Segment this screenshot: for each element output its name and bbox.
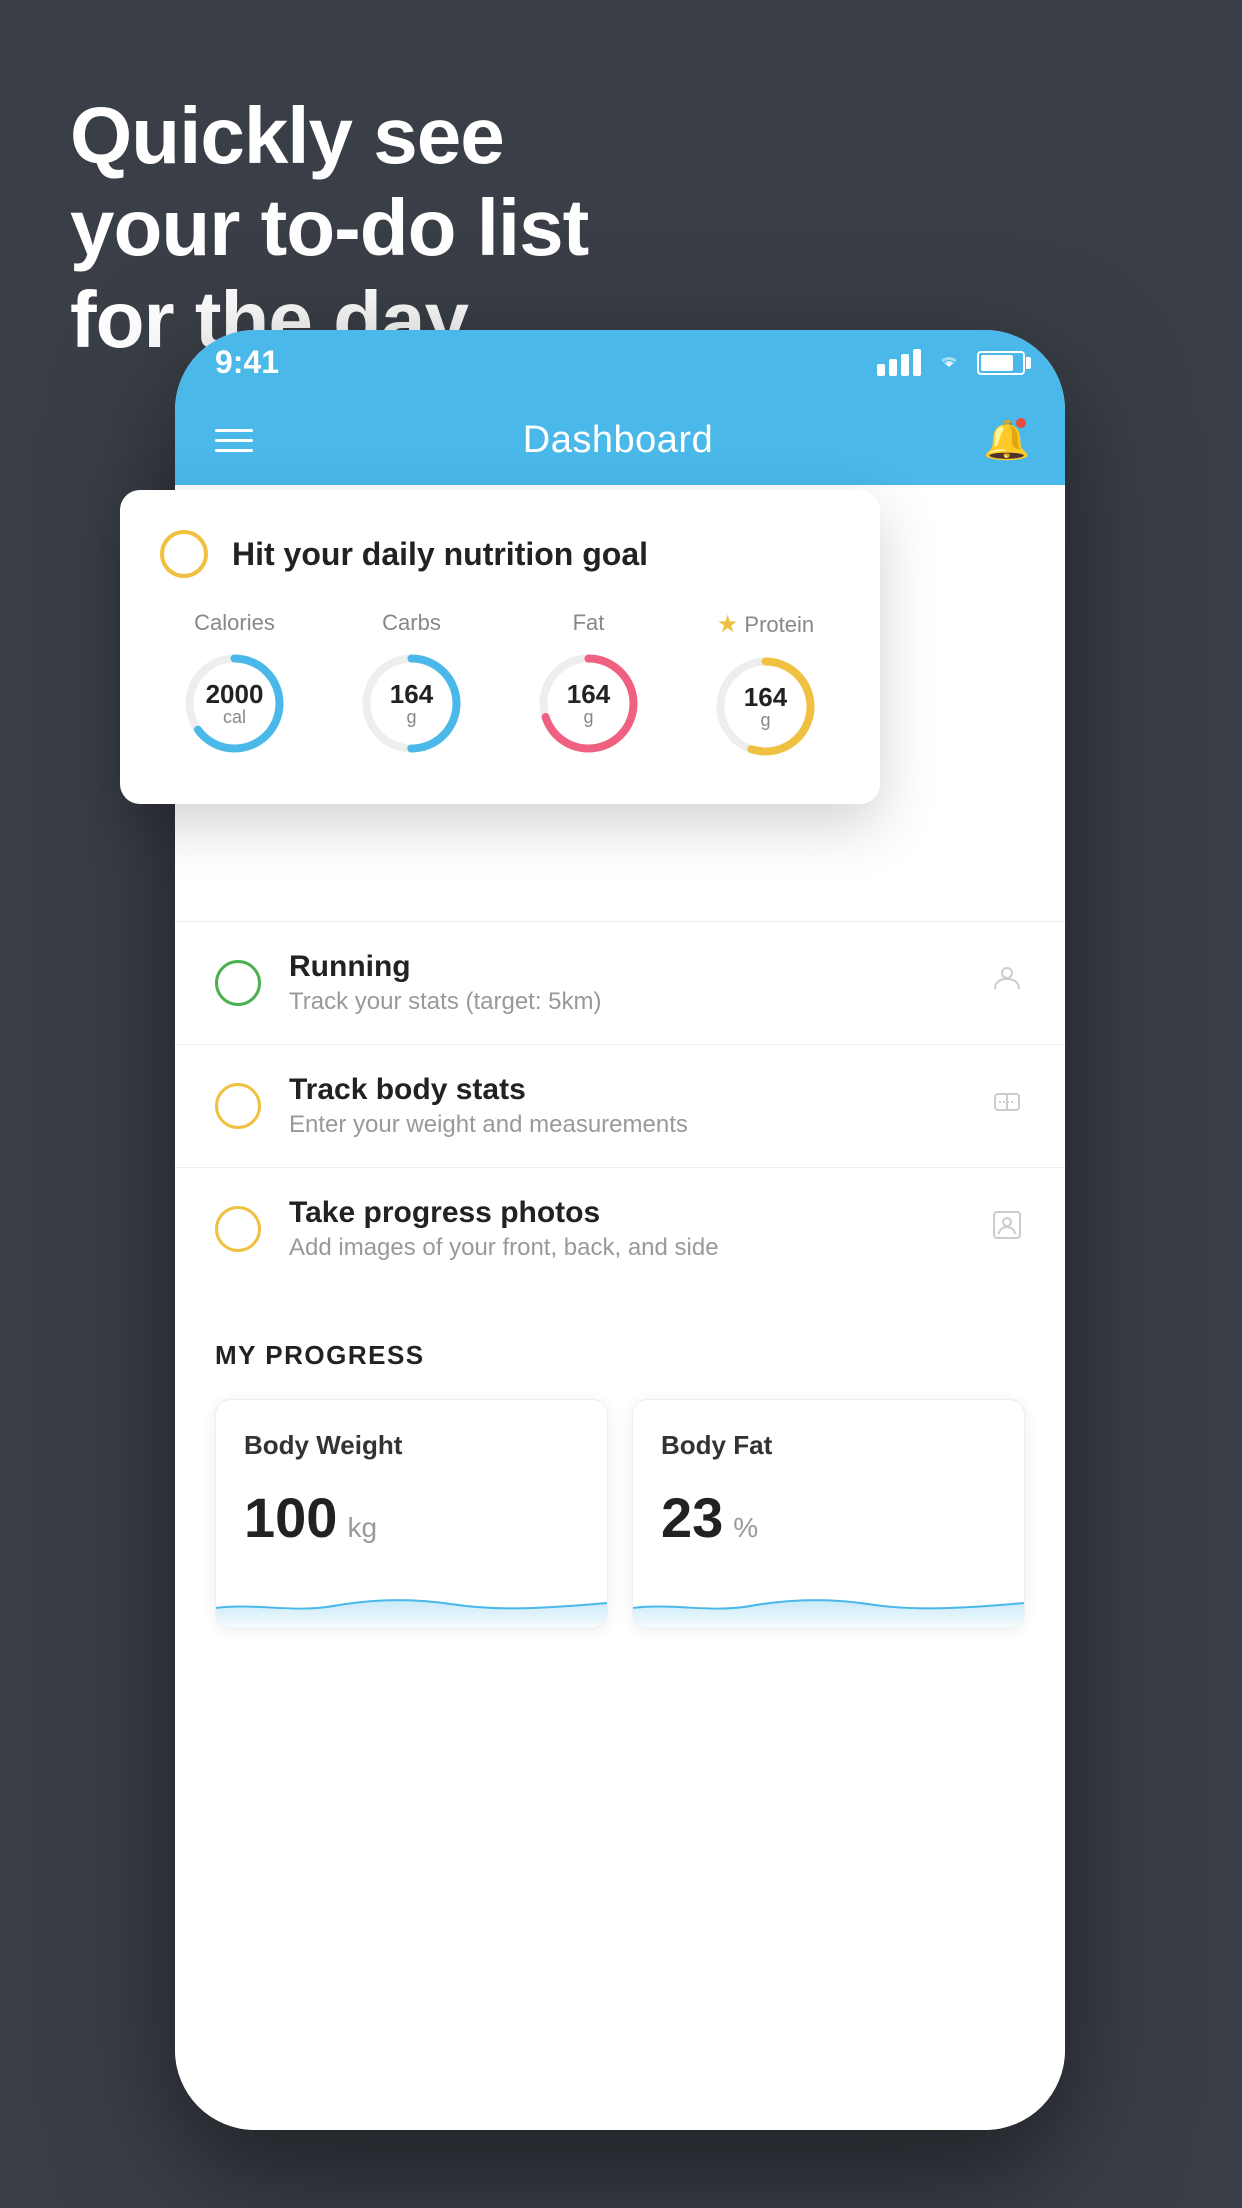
- nutrition-label: ★Protein: [717, 610, 814, 639]
- todo-desc: Track your stats (target: 5km): [289, 988, 989, 1016]
- ring-unit: cal: [206, 708, 264, 728]
- todo-circle: [215, 1083, 261, 1129]
- progress-unit: %: [733, 1512, 758, 1544]
- ring-unit: g: [390, 708, 433, 728]
- ring-value: 2000: [206, 679, 264, 708]
- ring-container: 164 g: [708, 649, 823, 764]
- signal-icon: [877, 349, 921, 376]
- todo-text: Take progress photos Add images of your …: [289, 1196, 989, 1262]
- wave-svg: [216, 1568, 607, 1628]
- ring-text: 164 g: [390, 679, 433, 727]
- headline-line1: Quickly see: [70, 90, 588, 182]
- todo-circle: [215, 960, 261, 1006]
- card-title: Hit your daily nutrition goal: [232, 536, 648, 573]
- notification-dot: [1014, 416, 1028, 430]
- nutrition-card: Hit your daily nutrition goal Calories 2…: [120, 490, 880, 804]
- wave-chart: [633, 1568, 1024, 1628]
- progress-number: 100: [244, 1485, 337, 1550]
- progress-section: MY PROGRESS Body Weight 100 kg Body Fat …: [175, 1290, 1065, 1629]
- progress-card-title: Body Weight: [244, 1430, 579, 1461]
- todo-circle-nutrition: [160, 530, 208, 578]
- nutrition-label: Calories: [194, 610, 275, 636]
- status-icons: [877, 347, 1025, 379]
- todo-desc: Enter your weight and measurements: [289, 1111, 989, 1139]
- wifi-icon: [933, 347, 965, 379]
- progress-value: 23 %: [661, 1485, 996, 1550]
- todo-text: Running Track your stats (target: 5km): [289, 950, 989, 1016]
- todo-item[interactable]: Take progress photos Add images of your …: [175, 1167, 1065, 1290]
- todo-action-icon: [989, 1084, 1025, 1129]
- progress-card[interactable]: Body Weight 100 kg: [215, 1399, 608, 1629]
- progress-card-title: Body Fat: [661, 1430, 996, 1461]
- todo-desc: Add images of your front, back, and side: [289, 1234, 989, 1262]
- progress-value: 100 kg: [244, 1485, 579, 1550]
- app-header: Dashboard 🔔: [175, 395, 1065, 485]
- ring-text: 164 g: [567, 679, 610, 727]
- status-time: 9:41: [215, 344, 279, 381]
- battery-icon: [977, 351, 1025, 375]
- progress-card[interactable]: Body Fat 23 %: [632, 1399, 1025, 1629]
- nutrition-label: Fat: [573, 610, 605, 636]
- ring-value: 164: [567, 679, 610, 708]
- progress-number: 23: [661, 1485, 723, 1550]
- notifications-button[interactable]: 🔔: [983, 419, 1025, 461]
- star-icon: ★: [717, 610, 739, 639]
- ring-container: 2000 cal: [177, 646, 292, 761]
- ring-container: 164 g: [531, 646, 646, 761]
- nutrition-item-calories: Calories 2000 cal: [177, 610, 292, 764]
- progress-title: MY PROGRESS: [215, 1340, 1025, 1371]
- ring-value: 164: [744, 682, 787, 711]
- wave-svg: [633, 1568, 1024, 1628]
- nutrition-row: Calories 2000 cal Carbs 164 g Fat: [160, 610, 840, 764]
- todo-list: Running Track your stats (target: 5km) T…: [175, 921, 1065, 1290]
- nutrition-item-fat: Fat 164 g: [531, 610, 646, 764]
- todo-action-icon: [989, 961, 1025, 1006]
- status-bar: 9:41: [175, 330, 1065, 395]
- todo-name: Running: [289, 950, 989, 984]
- wave-chart: [216, 1568, 607, 1628]
- headline: Quickly see your to-do list for the day.: [70, 90, 588, 366]
- nutrition-label: Carbs: [382, 610, 441, 636]
- app-title: Dashboard: [523, 419, 713, 462]
- nutrition-item-protein: ★Protein 164 g: [708, 610, 823, 764]
- progress-unit: kg: [347, 1512, 377, 1544]
- ring-container: 164 g: [354, 646, 469, 761]
- todo-name: Track body stats: [289, 1073, 989, 1107]
- ring-unit: g: [567, 708, 610, 728]
- ring-value: 164: [390, 679, 433, 708]
- todo-item[interactable]: Running Track your stats (target: 5km): [175, 921, 1065, 1044]
- todo-action-icon: [989, 1207, 1025, 1252]
- todo-text: Track body stats Enter your weight and m…: [289, 1073, 989, 1139]
- ring-unit: g: [744, 711, 787, 731]
- progress-cards: Body Weight 100 kg Body Fat 23 %: [215, 1399, 1025, 1629]
- ring-text: 164 g: [744, 682, 787, 730]
- headline-line2: your to-do list: [70, 182, 588, 274]
- todo-item[interactable]: Track body stats Enter your weight and m…: [175, 1044, 1065, 1167]
- card-header: Hit your daily nutrition goal: [160, 530, 840, 578]
- todo-circle: [215, 1206, 261, 1252]
- menu-button[interactable]: [215, 429, 253, 452]
- nutrition-item-carbs: Carbs 164 g: [354, 610, 469, 764]
- ring-text: 2000 cal: [206, 679, 264, 727]
- todo-name: Take progress photos: [289, 1196, 989, 1230]
